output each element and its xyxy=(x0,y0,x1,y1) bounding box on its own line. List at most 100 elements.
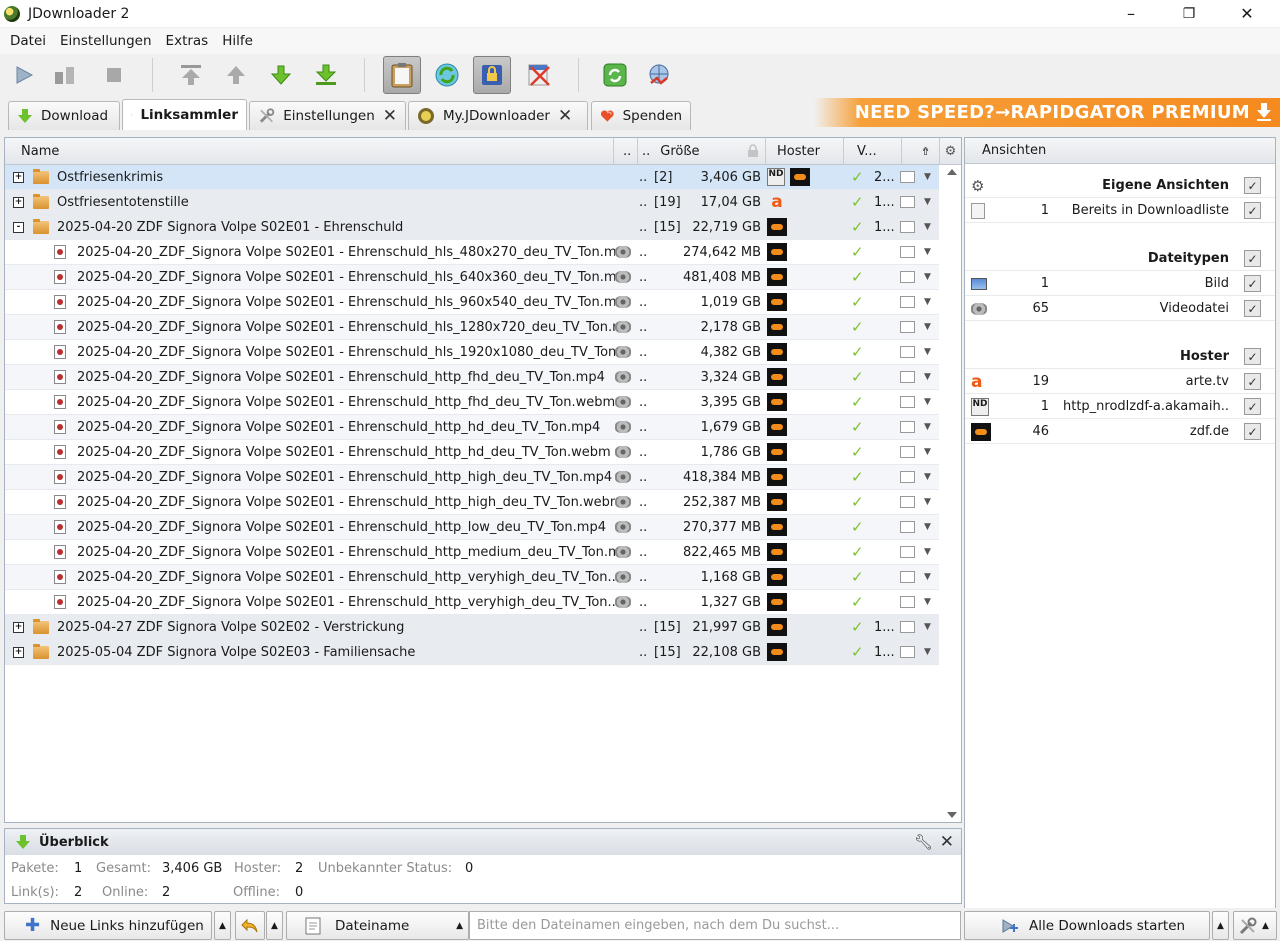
view-checkbox[interactable]: ✓ xyxy=(1244,300,1261,317)
view-filter-row[interactable]: ND 1 http_nrodlzdf-a.akamaih.. ✓ xyxy=(965,394,1275,419)
view-checkbox[interactable]: ✓ xyxy=(1244,373,1261,390)
view-section-row[interactable]: Hoster ✓ xyxy=(965,344,1275,369)
priority-dropdown-icon[interactable]: ▼ xyxy=(924,522,931,532)
priority-dropdown-icon[interactable]: ▼ xyxy=(924,647,931,657)
clipboard-observer-toggle[interactable] xyxy=(383,56,421,94)
column-header-hoster[interactable]: Hoster xyxy=(766,138,844,165)
view-checkbox[interactable]: ✓ xyxy=(1244,177,1261,194)
update-check-button[interactable] xyxy=(596,56,634,94)
menu-extras[interactable]: Extras xyxy=(159,33,216,49)
link-row[interactable]: 2025-04-20_ZDF_Signora Volpe S02E01 - Eh… xyxy=(5,440,939,465)
priority-page-icon[interactable] xyxy=(900,346,915,358)
stop-downloads-button[interactable] xyxy=(95,56,133,94)
auto-reconnect-toggle[interactable] xyxy=(428,56,466,94)
view-section-row[interactable]: Dateitypen ✓ xyxy=(965,246,1275,271)
move-down-button[interactable] xyxy=(262,56,300,94)
start-downloads-button[interactable] xyxy=(5,56,43,94)
priority-dropdown-icon[interactable]: ▼ xyxy=(924,272,931,282)
priority-dropdown-icon[interactable]: ▼ xyxy=(924,372,931,382)
expand-icon[interactable]: + xyxy=(13,196,24,208)
package-row[interactable]: +2025-05-04 ZDF Signora Volpe S02E03 - F… xyxy=(5,640,939,665)
quick-settings-button[interactable]: ▲ xyxy=(1233,911,1277,940)
add-new-links-button[interactable]: ✚ Neue Links hinzufügen xyxy=(4,911,212,940)
expand-icon[interactable]: + xyxy=(13,621,24,633)
menu-einstellungen[interactable]: Einstellungen xyxy=(53,33,159,49)
priority-page-icon[interactable] xyxy=(900,571,915,583)
maximize-button[interactable]: ❐ xyxy=(1160,0,1218,27)
priority-page-icon[interactable] xyxy=(900,171,915,183)
priority-dropdown-icon[interactable]: ▼ xyxy=(924,622,931,632)
search-input[interactable]: Bitte den Dateinamen eingeben, nach dem … xyxy=(469,911,961,940)
view-filter-row[interactable]: 65 Videodatei ✓ xyxy=(965,296,1275,321)
priority-dropdown-icon[interactable]: ▼ xyxy=(924,222,931,232)
priority-page-icon[interactable] xyxy=(900,446,915,458)
column-header-name[interactable]: Name xyxy=(5,138,614,165)
view-checkbox[interactable]: ✓ xyxy=(1244,275,1261,292)
link-row[interactable]: 2025-04-20_ZDF_Signora Volpe S02E01 - Eh… xyxy=(5,490,939,515)
priority-page-icon[interactable] xyxy=(900,246,915,258)
menu-hilfe[interactable]: Hilfe xyxy=(215,33,260,49)
priority-page-icon[interactable] xyxy=(900,596,915,608)
silent-mode-toggle[interactable] xyxy=(520,56,558,94)
undo-button[interactable] xyxy=(235,911,265,940)
link-row[interactable]: 2025-04-20_ZDF_Signora Volpe S02E01 - Eh… xyxy=(5,265,939,290)
link-row[interactable]: 2025-04-20_ZDF_Signora Volpe S02E01 - Eh… xyxy=(5,465,939,490)
priority-dropdown-icon[interactable]: ▼ xyxy=(924,447,931,457)
link-row[interactable]: 2025-04-20_ZDF_Signora Volpe S02E01 - Eh… xyxy=(5,590,939,615)
view-filter-row[interactable]: a 19 arte.tv ✓ xyxy=(965,369,1275,394)
priority-dropdown-icon[interactable]: ▼ xyxy=(924,472,931,482)
priority-dropdown-icon[interactable]: ▼ xyxy=(924,197,931,207)
priority-page-icon[interactable] xyxy=(900,321,915,333)
add-links-options-button[interactable]: ▲ xyxy=(214,911,231,940)
priority-page-icon[interactable] xyxy=(900,271,915,283)
premium-toggle[interactable] xyxy=(473,56,511,94)
priority-dropdown-icon[interactable]: ▼ xyxy=(924,397,931,407)
priority-page-icon[interactable] xyxy=(900,546,915,558)
priority-page-icon[interactable] xyxy=(900,496,915,508)
scroll-down-icon[interactable] xyxy=(946,811,958,819)
close-overview-icon[interactable]: ✕ xyxy=(940,832,954,852)
package-row[interactable]: + Ostfriesentotenstille.. [19] 17,04 GB a ✓ 1.… xyxy=(5,190,939,215)
priority-page-icon[interactable] xyxy=(900,421,915,433)
column-header-dots[interactable]: .. xyxy=(614,138,638,165)
collapse-icon[interactable]: - xyxy=(13,221,24,233)
wrench-icon[interactable]: 🔧︎ xyxy=(914,833,933,851)
link-row[interactable]: 2025-04-20_ZDF_Signora Volpe S02E01 - Eh… xyxy=(5,390,939,415)
undo-options-button[interactable]: ▲ xyxy=(266,911,283,940)
start-all-options-button[interactable]: ▲ xyxy=(1212,911,1229,940)
scroll-up-icon[interactable] xyxy=(946,168,958,176)
close-tab-icon[interactable]: ✕ xyxy=(558,106,572,126)
priority-page-icon[interactable] xyxy=(900,471,915,483)
priority-page-icon[interactable] xyxy=(900,221,915,233)
column-header-size[interactable]: .. Größe xyxy=(638,138,766,165)
link-row[interactable]: 2025-04-20_ZDF_Signora Volpe S02E01 - Eh… xyxy=(5,340,939,365)
view-checkbox[interactable]: ✓ xyxy=(1244,202,1261,219)
priority-dropdown-icon[interactable]: ▼ xyxy=(924,422,931,432)
minimize-button[interactable]: – xyxy=(1102,0,1160,27)
priority-page-icon[interactable] xyxy=(900,646,915,658)
priority-page-icon[interactable] xyxy=(900,296,915,308)
tab-spenden[interactable]: Spenden xyxy=(591,101,691,130)
package-row[interactable]: + Ostfriesenkrimis.. [2] 3,406 GB ND ✓ 2... ▼ xyxy=(5,165,939,190)
column-header-status[interactable]: V... xyxy=(844,138,902,165)
view-filter-row[interactable]: 46 zdf.de ✓ xyxy=(965,419,1275,444)
link-row[interactable]: 2025-04-20_ZDF_Signora Volpe S02E01 - Eh… xyxy=(5,290,939,315)
link-row[interactable]: 2025-04-20_ZDF_Signora Volpe S02E01 - Eh… xyxy=(5,565,939,590)
move-to-bottom-button[interactable] xyxy=(307,56,345,94)
view-checkbox[interactable]: ✓ xyxy=(1244,398,1261,415)
package-row[interactable]: +2025-04-27 ZDF Signora Volpe S02E02 - V… xyxy=(5,615,939,640)
move-to-top-button[interactable] xyxy=(172,56,210,94)
priority-dropdown-icon[interactable]: ▼ xyxy=(924,347,931,357)
link-row[interactable]: 2025-04-20_ZDF_Signora Volpe S02E01 - Eh… xyxy=(5,365,939,390)
view-checkbox[interactable]: ✓ xyxy=(1244,250,1261,267)
view-filter-row[interactable]: 1 Bild ✓ xyxy=(965,271,1275,296)
pause-downloads-button[interactable] xyxy=(46,56,84,94)
link-row[interactable]: 2025-04-20_ZDF_Signora Volpe S02E01 - Eh… xyxy=(5,415,939,440)
view-checkbox[interactable]: ✓ xyxy=(1244,348,1261,365)
priority-page-icon[interactable] xyxy=(900,371,915,383)
priority-page-icon[interactable] xyxy=(900,521,915,533)
priority-dropdown-icon[interactable]: ▼ xyxy=(924,297,931,307)
move-up-button[interactable] xyxy=(217,56,255,94)
link-row[interactable]: 2025-04-20_ZDF_Signora Volpe S02E01 - Eh… xyxy=(5,540,939,565)
tab-myjdownloader[interactable]: My.JDownloader ✕ xyxy=(408,101,588,130)
